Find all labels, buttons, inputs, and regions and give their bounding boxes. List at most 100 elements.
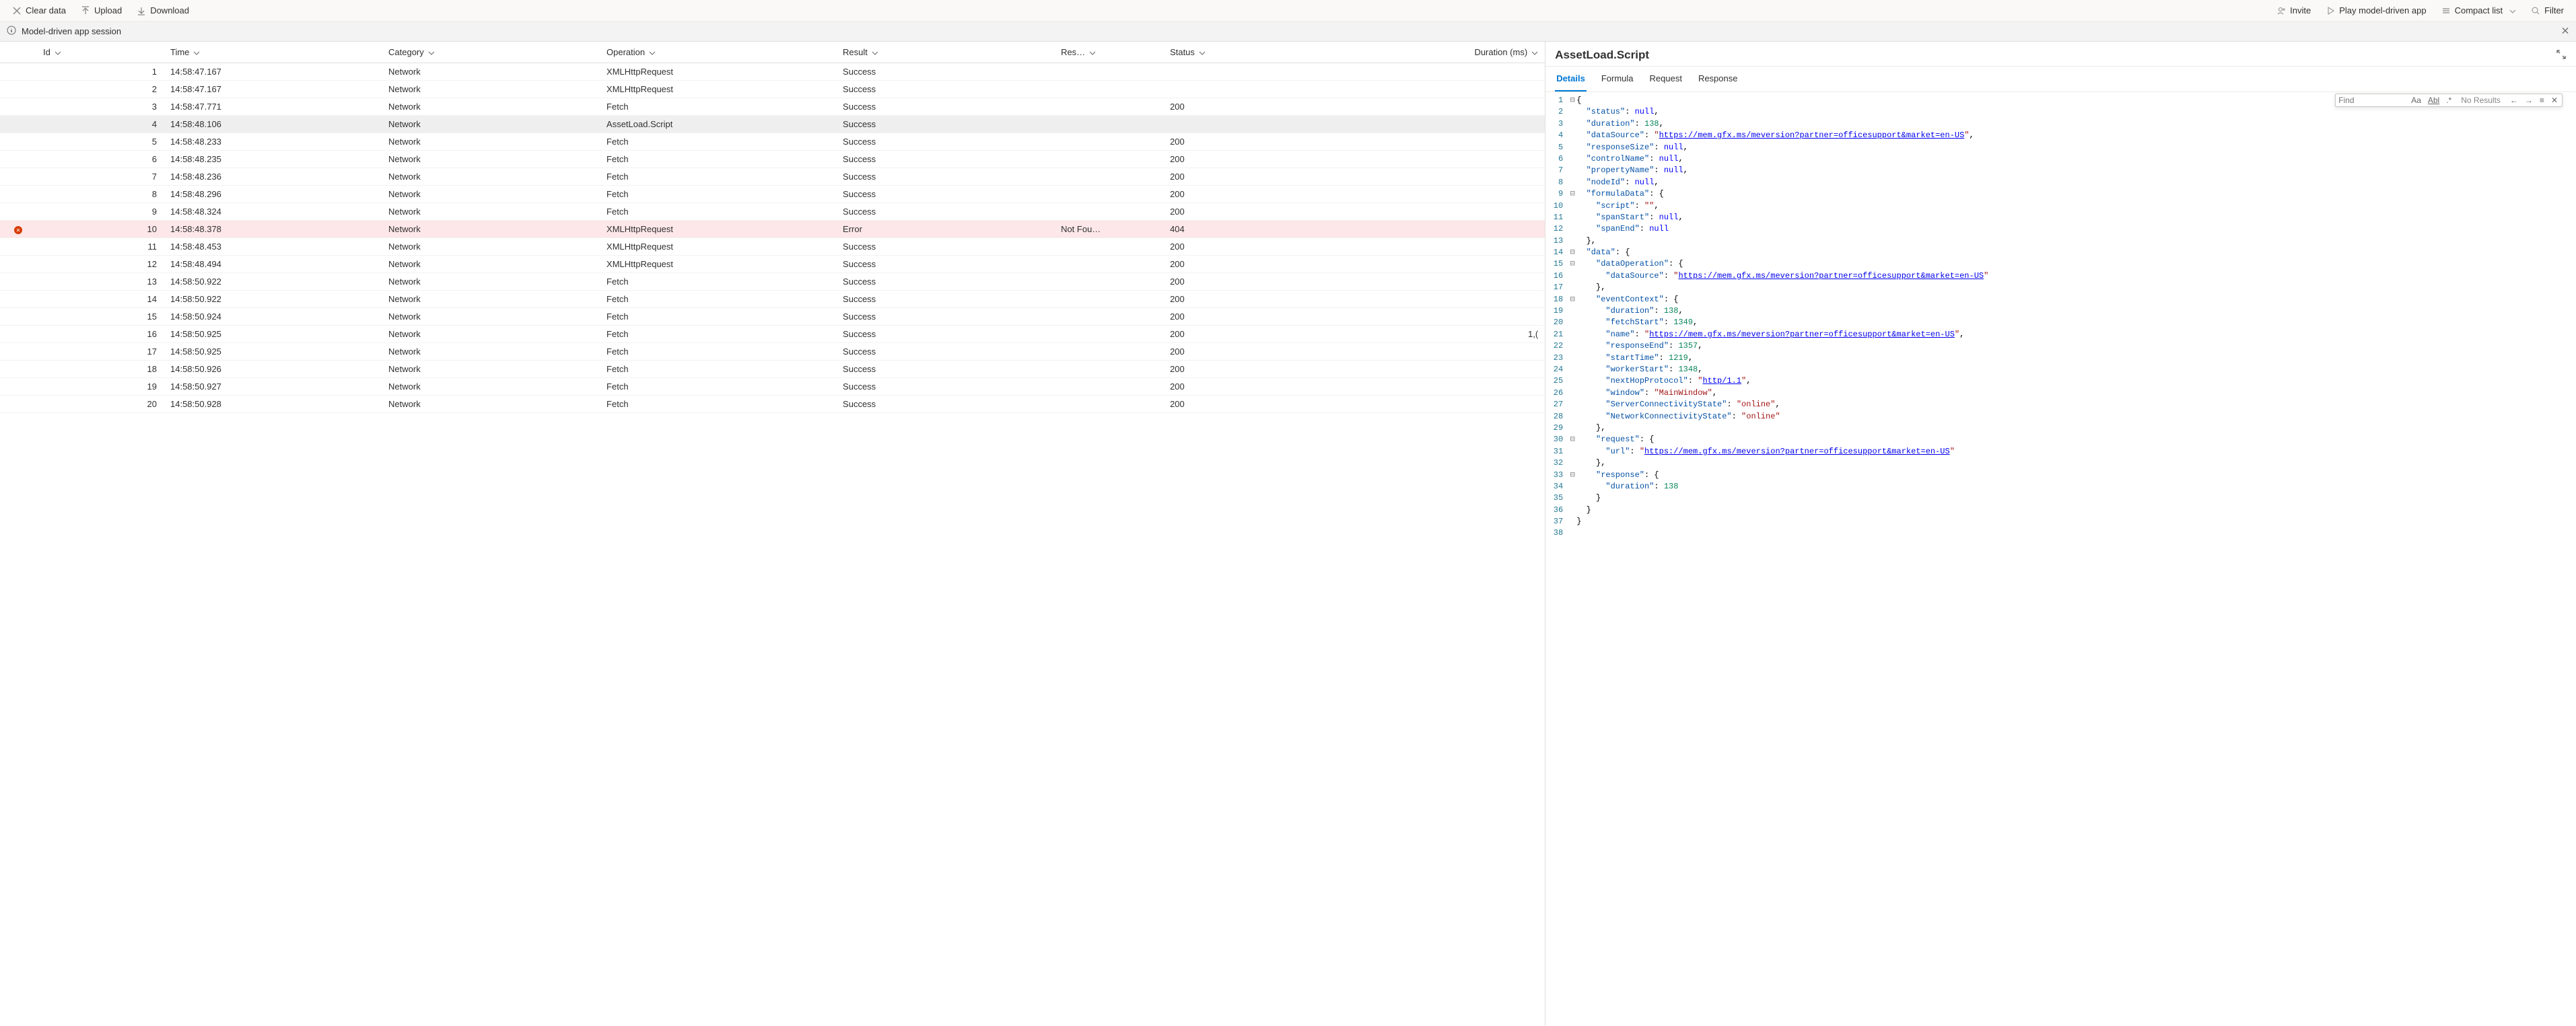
tab-formula[interactable]: Formula: [1600, 67, 1635, 91]
events-header-row: Id Time Category Operation Result Res… S…: [0, 42, 1545, 63]
clear-data-button[interactable]: Clear data: [5, 3, 73, 18]
find-prev-icon[interactable]: ←: [2509, 96, 2519, 105]
table-row[interactable]: 1314:58:50.922NetworkFetchSuccess200: [0, 273, 1545, 291]
table-row[interactable]: 714:58:48.236NetworkFetchSuccess200: [0, 168, 1545, 186]
fold-toggle[interactable]: [1568, 130, 1576, 141]
table-row[interactable]: 1114:58:48.453NetworkXMLHttpRequestSucce…: [0, 238, 1545, 256]
table-row[interactable]: 1814:58:50.926NetworkFetchSuccess200: [0, 361, 1545, 378]
fold-toggle[interactable]: ⊟: [1568, 470, 1576, 481]
table-row[interactable]: 1914:58:50.927NetworkFetchSuccess200: [0, 378, 1545, 396]
find-input[interactable]: [2338, 96, 2406, 105]
fold-toggle[interactable]: ⊟: [1568, 258, 1576, 270]
row-id-cell: 1: [36, 63, 164, 81]
table-row[interactable]: 2014:58:50.928NetworkFetchSuccess200: [0, 396, 1545, 413]
row-status-cell: 200: [1163, 186, 1327, 203]
fold-toggle[interactable]: [1568, 399, 1576, 410]
fold-toggle[interactable]: [1568, 106, 1576, 118]
code-line: 28 "NetworkConnectivityState": "online": [1545, 411, 2576, 423]
filter-button[interactable]: Filter: [2524, 3, 2571, 18]
find-next-icon[interactable]: →: [2523, 96, 2534, 105]
fold-toggle[interactable]: [1568, 505, 1576, 516]
fold-toggle[interactable]: ⊟: [1568, 434, 1576, 445]
table-row[interactable]: 1614:58:50.925NetworkFetchSuccess2001,(: [0, 326, 1545, 343]
fold-toggle[interactable]: [1568, 212, 1576, 223]
match-case-icon[interactable]: Aa: [2410, 96, 2423, 105]
row-operation-cell: XMLHttpRequest: [600, 256, 836, 273]
fold-toggle[interactable]: [1568, 457, 1576, 469]
col-id[interactable]: Id: [36, 42, 164, 63]
fold-toggle[interactable]: [1568, 423, 1576, 434]
find-close-icon[interactable]: ✕: [2550, 96, 2559, 105]
table-row[interactable]: 1214:58:48.494NetworkXMLHttpRequestSucce…: [0, 256, 1545, 273]
row-time-cell: 14:58:50.927: [164, 378, 382, 396]
col-res2[interactable]: Res…: [1054, 42, 1163, 63]
play-app-button[interactable]: Play model-driven app: [2319, 3, 2433, 18]
invite-button[interactable]: Invite: [2270, 3, 2318, 18]
fold-toggle[interactable]: [1568, 118, 1576, 130]
fold-toggle[interactable]: [1568, 142, 1576, 153]
fold-toggle[interactable]: ⊟: [1568, 95, 1576, 106]
fold-toggle[interactable]: ⊟: [1568, 188, 1576, 200]
fold-toggle[interactable]: [1568, 516, 1576, 527]
table-row[interactable]: 514:58:48.233NetworkFetchSuccess200: [0, 133, 1545, 151]
fold-toggle[interactable]: [1568, 353, 1576, 364]
fold-toggle[interactable]: [1568, 411, 1576, 423]
fold-toggle[interactable]: [1568, 446, 1576, 457]
expand-panel-button[interactable]: [2556, 49, 2567, 62]
table-row[interactable]: 914:58:48.324NetworkFetchSuccess200: [0, 203, 1545, 221]
row-duration-cell: [1327, 238, 1545, 256]
table-row[interactable]: ✕1014:58:48.378NetworkXMLHttpRequestErro…: [0, 221, 1545, 238]
table-row[interactable]: 214:58:47.167NetworkXMLHttpRequestSucces…: [0, 81, 1545, 98]
fold-toggle[interactable]: ⊟: [1568, 247, 1576, 258]
row-duration-cell: [1327, 63, 1545, 81]
table-row[interactable]: 1714:58:50.925NetworkFetchSuccess200: [0, 343, 1545, 361]
col-category[interactable]: Category: [382, 42, 600, 63]
col-duration[interactable]: Duration (ms): [1327, 42, 1545, 63]
json-viewer[interactable]: Aa Abl .* No Results ← → ≡ ✕ 1⊟{2 "statu…: [1545, 92, 2576, 1026]
tab-details[interactable]: Details: [1555, 67, 1587, 91]
tab-request[interactable]: Request: [1648, 67, 1683, 91]
fold-toggle[interactable]: [1568, 305, 1576, 317]
fold-toggle[interactable]: ⊟: [1568, 294, 1576, 305]
regex-icon[interactable]: .*: [2445, 96, 2453, 105]
table-row[interactable]: 1414:58:50.922NetworkFetchSuccess200: [0, 291, 1545, 308]
tab-response[interactable]: Response: [1697, 67, 1739, 91]
fold-toggle[interactable]: [1568, 282, 1576, 293]
fold-toggle[interactable]: [1568, 165, 1576, 176]
close-infobar-button[interactable]: [2561, 26, 2569, 36]
fold-toggle[interactable]: [1568, 492, 1576, 504]
fold-toggle[interactable]: [1568, 153, 1576, 165]
fold-toggle[interactable]: [1568, 200, 1576, 212]
col-time[interactable]: Time: [164, 42, 382, 63]
table-row[interactable]: 814:58:48.296NetworkFetchSuccess200: [0, 186, 1545, 203]
code-line: 38: [1545, 527, 2576, 539]
col-operation[interactable]: Operation: [600, 42, 836, 63]
col-status[interactable]: Status: [1163, 42, 1327, 63]
fold-toggle[interactable]: [1568, 317, 1576, 328]
col-flag[interactable]: [0, 42, 36, 63]
events-scroll[interactable]: 114:58:47.167NetworkXMLHttpRequestSucces…: [0, 63, 1545, 1026]
fold-toggle[interactable]: [1568, 375, 1576, 387]
fold-toggle[interactable]: [1568, 270, 1576, 282]
upload-button[interactable]: Upload: [74, 3, 129, 18]
table-row[interactable]: 314:58:47.771NetworkFetchSuccess200: [0, 98, 1545, 116]
table-row[interactable]: 414:58:48.106NetworkAssetLoad.ScriptSucc…: [0, 116, 1545, 133]
col-result[interactable]: Result: [836, 42, 1054, 63]
fold-toggle[interactable]: [1568, 235, 1576, 247]
download-button[interactable]: Download: [130, 3, 196, 18]
whole-word-icon[interactable]: Abl: [2427, 96, 2441, 105]
table-row[interactable]: 114:58:47.167NetworkXMLHttpRequestSucces…: [0, 63, 1545, 81]
fold-toggle[interactable]: [1568, 177, 1576, 188]
find-selection-icon[interactable]: ≡: [2538, 96, 2546, 105]
fold-toggle[interactable]: [1568, 223, 1576, 235]
find-status: No Results: [2461, 96, 2501, 105]
table-row[interactable]: 614:58:48.235NetworkFetchSuccess200: [0, 151, 1545, 168]
fold-toggle[interactable]: [1568, 340, 1576, 352]
table-row[interactable]: 1514:58:50.924NetworkFetchSuccess200: [0, 308, 1545, 326]
compact-list-button[interactable]: Compact list: [2435, 3, 2523, 18]
fold-toggle[interactable]: [1568, 481, 1576, 492]
fold-toggle[interactable]: [1568, 364, 1576, 375]
fold-toggle[interactable]: [1568, 388, 1576, 399]
fold-toggle[interactable]: [1568, 329, 1576, 340]
code-line: 35 }: [1545, 492, 2576, 504]
